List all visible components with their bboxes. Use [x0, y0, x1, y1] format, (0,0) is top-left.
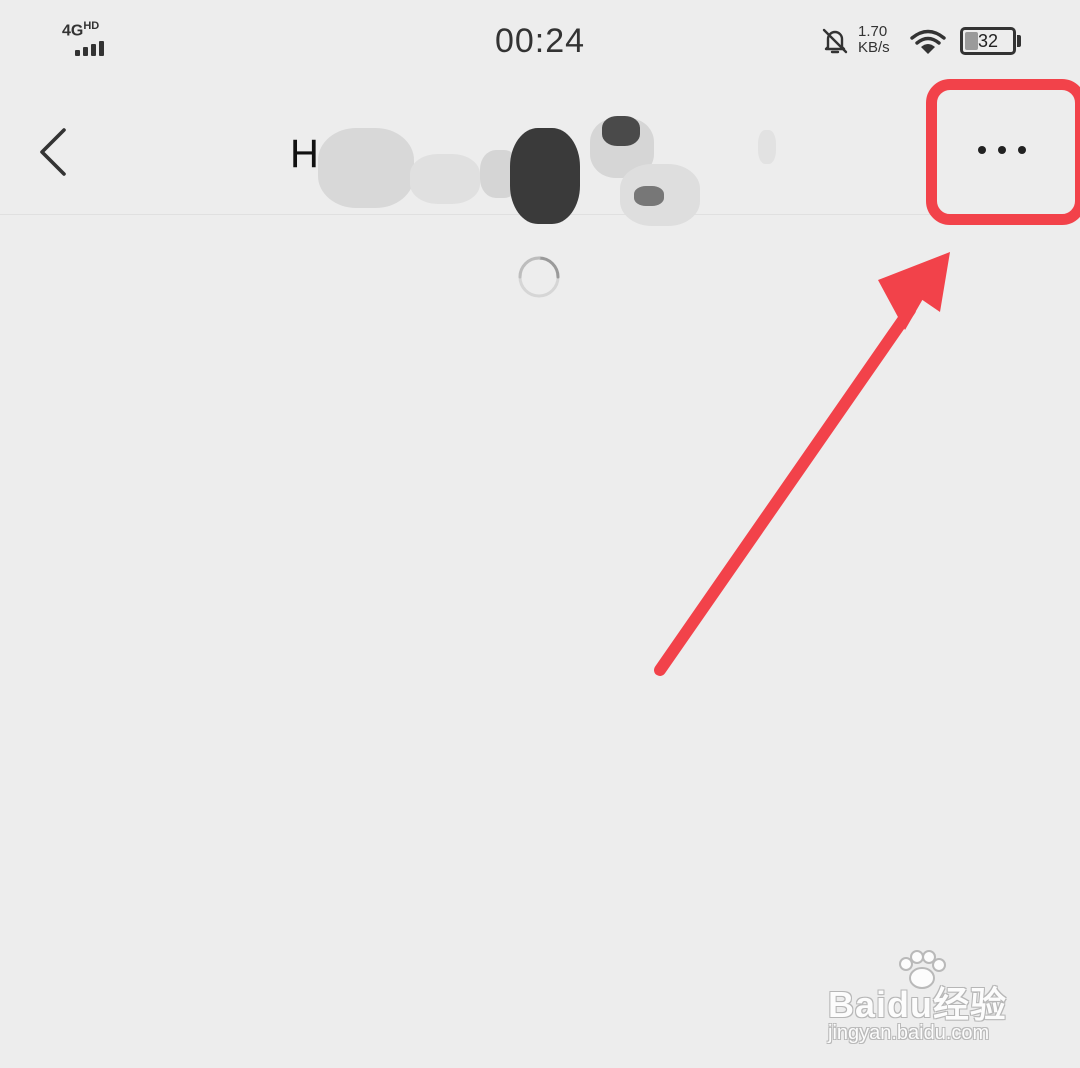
bell-off-icon [822, 28, 848, 54]
battery-level: 32 [977, 31, 999, 51]
network-speed: 1.70 KB/s [858, 24, 890, 56]
highlight-box [926, 79, 1080, 225]
redaction-scribble [318, 128, 414, 208]
redaction-scribble [634, 186, 664, 206]
speed-unit: KB/s [858, 39, 890, 56]
status-bar: 4GHD 00:24 1.70 KB/s 32 [0, 0, 1080, 84]
battery-icon: 32 [960, 27, 1016, 55]
redaction-scribble [510, 128, 580, 224]
watermark-logo: Baidu经验 [828, 984, 1008, 1025]
loading-spinner-icon [518, 256, 560, 298]
redaction-scribble [602, 116, 640, 146]
title-prefix: H [290, 132, 319, 176]
wifi-icon [910, 29, 946, 54]
red-arrow-icon [654, 252, 950, 676]
battery-tip [1017, 35, 1021, 47]
redaction-scribble [758, 130, 776, 164]
page-title: H [290, 116, 790, 226]
baidu-watermark: Baidu经验 jingyan.baidu.com [828, 950, 1028, 1050]
back-icon[interactable] [30, 124, 76, 180]
speed-value: 1.70 [858, 23, 888, 40]
nav-bar: H [0, 84, 1080, 226]
watermark-url: jingyan.baidu.com [828, 1022, 990, 1044]
redaction-scribble [410, 154, 480, 204]
